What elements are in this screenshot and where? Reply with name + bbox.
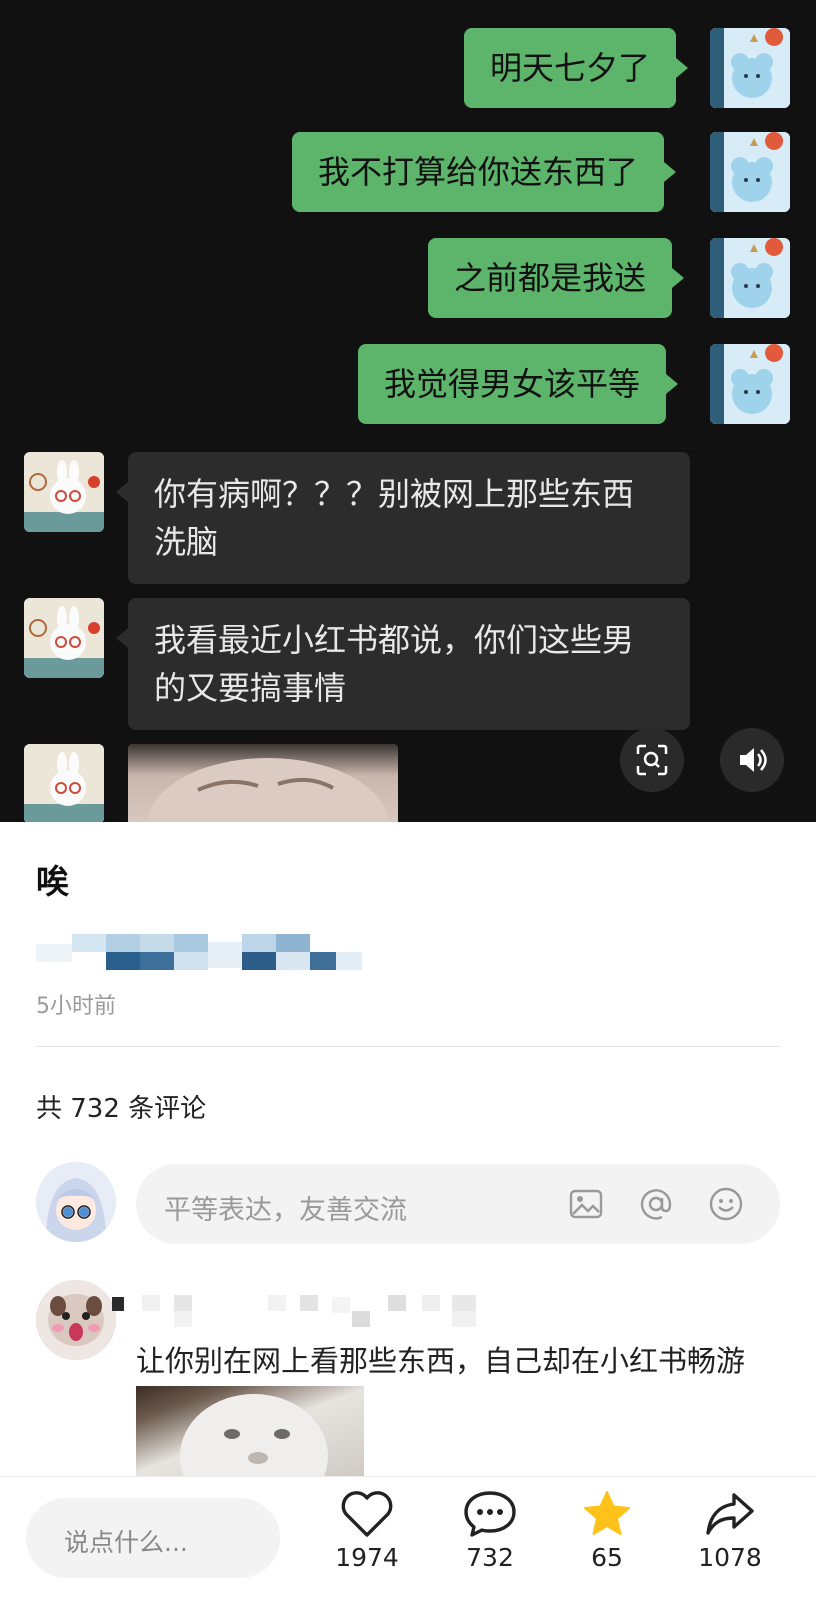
receiver-avatar (24, 744, 104, 822)
star-button[interactable]: 65 (552, 1489, 662, 1572)
receiver-avatar (24, 598, 104, 678)
sender-avatar (710, 238, 790, 318)
like-count: 1974 (335, 1543, 399, 1572)
receiver-avatar (24, 452, 104, 532)
image-search-button[interactable] (620, 728, 684, 792)
sender-avatar (710, 344, 790, 424)
chat-message-text: 我觉得男女该平等 (384, 365, 641, 403)
comment-count: 共 732 条评论 (36, 1094, 207, 1124)
post-title: 唉 (36, 862, 69, 901)
speaker-icon (740, 748, 767, 772)
emoji-icon (709, 1187, 743, 1221)
comment-input-placeholder: 平等表达，友善交流 (164, 1195, 407, 1226)
sender-avatar (710, 28, 790, 108)
heart-icon (341, 1491, 393, 1537)
chat-bubble-outgoing: 明天七夕了 (464, 28, 689, 108)
chat-message-text: 我不打算给你送东西了 (318, 153, 639, 191)
comment-image[interactable] (136, 1386, 364, 1476)
divider (36, 1046, 780, 1047)
comment-input[interactable]: 平等表达，友善交流 (136, 1164, 780, 1244)
at-icon (640, 1189, 672, 1220)
bottom-comment-placeholder: 说点什么... (64, 1528, 188, 1557)
image-icon (569, 1189, 603, 1219)
chat-image-message (128, 744, 398, 822)
sound-toggle-button[interactable] (720, 728, 784, 792)
chat-screenshot-image[interactable]: 明天七夕了 我不打算给你送东西了 之前都是我送 我觉得男女该平等 你有病啊？？？… (0, 0, 816, 822)
emoji-button[interactable] (706, 1184, 746, 1224)
my-avatar[interactable] (36, 1162, 116, 1242)
comment-count-bottom: 732 (466, 1543, 514, 1572)
star-icon (584, 1491, 630, 1535)
pixelated-username-redaction (112, 1295, 476, 1327)
share-count: 1078 (698, 1543, 762, 1572)
chat-bubble-incoming: 我看最近小红书都说，你们这些男的又要搞事情 (116, 598, 690, 730)
pixelated-text-redaction (36, 934, 362, 970)
chat-bubble-outgoing: 我觉得男女该平等 (358, 344, 679, 424)
star-count: 65 (591, 1543, 623, 1572)
comment-button[interactable]: 732 (435, 1489, 545, 1572)
comment-bubble-icon (464, 1491, 516, 1537)
bottom-comment-input[interactable]: 说点什么... (26, 1498, 280, 1578)
like-button[interactable]: 1974 (312, 1489, 422, 1572)
post-time: 5小时前 (36, 994, 116, 1019)
chat-message-text: 之前都是我送 (454, 259, 647, 297)
chat-bubble-outgoing: 我不打算给你送东西了 (292, 132, 677, 212)
mention-button[interactable] (636, 1184, 676, 1224)
commenter-avatar[interactable] (36, 1280, 116, 1360)
share-button[interactable]: 1078 (675, 1489, 785, 1572)
chat-bubble-incoming: 你有病啊？？？别被网上那些东西洗脑 (116, 452, 690, 584)
chat-message-text: 我看最近小红书都说，你们这些男的又要搞事情 (154, 621, 635, 707)
chat-bubble-outgoing: 之前都是我送 (428, 238, 685, 318)
comment-text: 让你别在网上看那些东西，自己却在小红书畅游 (136, 1344, 746, 1378)
image-attach-button[interactable] (566, 1184, 606, 1224)
chat-message-text: 明天七夕了 (490, 49, 651, 87)
chat-message-text: 你有病啊？？？别被网上那些东西洗脑 (154, 475, 635, 561)
bottom-action-bar: 说点什么... 1974 732 65 1078 (0, 1476, 816, 1605)
sender-avatar (710, 132, 790, 212)
share-arrow-icon (706, 1493, 754, 1535)
scan-search-icon (636, 744, 668, 776)
